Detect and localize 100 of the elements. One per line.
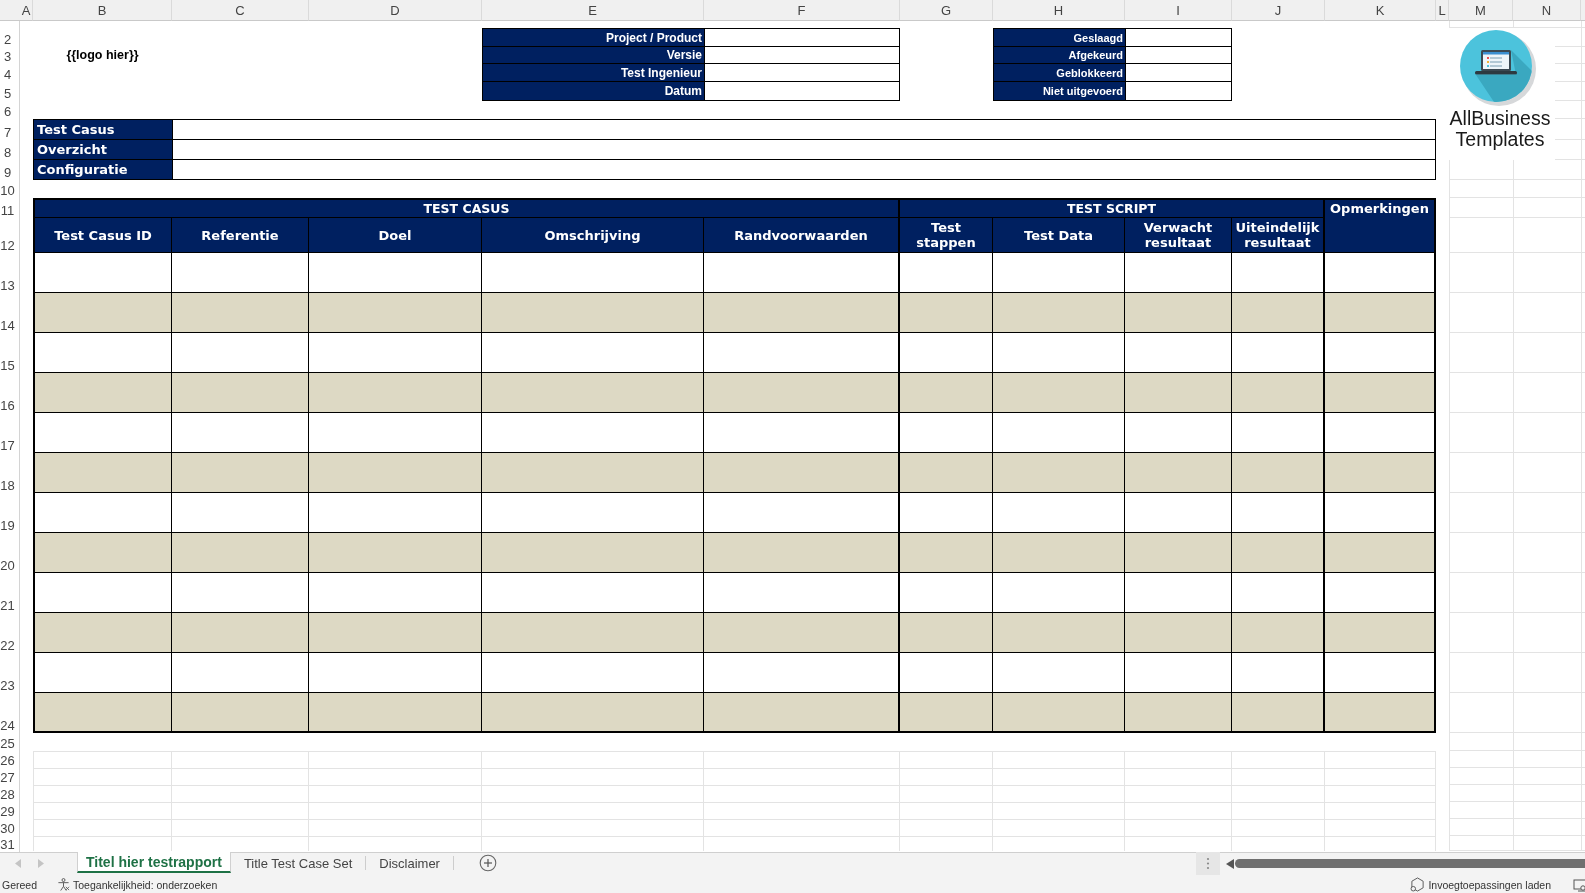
- table-cell[interactable]: [1125, 253, 1232, 293]
- table-cell[interactable]: [1232, 373, 1325, 413]
- table-cell[interactable]: [482, 293, 704, 333]
- table-cell[interactable]: [993, 653, 1125, 693]
- table-cell[interactable]: [309, 573, 482, 613]
- table-cell[interactable]: [1325, 573, 1436, 613]
- table-cell[interactable]: [33, 613, 172, 653]
- table-cell[interactable]: [704, 253, 900, 293]
- table-cell[interactable]: [1325, 693, 1436, 733]
- table-cell[interactable]: [309, 373, 482, 413]
- table-cell[interactable]: [1125, 693, 1232, 733]
- table-cell[interactable]: [1125, 293, 1232, 333]
- table-cell[interactable]: [1125, 373, 1232, 413]
- table-cell[interactable]: [1232, 413, 1325, 453]
- table-cell[interactable]: [993, 613, 1125, 653]
- addins-button[interactable]: Invoegtoepassingen laden: [1410, 877, 1551, 892]
- value-field[interactable]: [704, 47, 900, 64]
- accessibility-button[interactable]: Toegankelijkheid: onderzoeken: [57, 878, 218, 891]
- table-cell[interactable]: [172, 333, 309, 373]
- table-cell[interactable]: [993, 493, 1125, 533]
- table-cell[interactable]: [309, 413, 482, 453]
- scrollbar-thumb[interactable]: [1235, 859, 1585, 868]
- table-cell[interactable]: [993, 333, 1125, 373]
- table-cell[interactable]: [1125, 613, 1232, 653]
- table-cell[interactable]: [704, 493, 900, 533]
- table-cell[interactable]: [33, 373, 172, 413]
- table-cell[interactable]: [33, 253, 172, 293]
- table-cell[interactable]: [704, 373, 900, 413]
- table-cell[interactable]: [704, 293, 900, 333]
- table-cell[interactable]: [1125, 493, 1232, 533]
- sheet-tab[interactable]: Title Test Case Set: [230, 853, 366, 873]
- table-cell[interactable]: [172, 373, 309, 413]
- table-cell[interactable]: [1125, 533, 1232, 573]
- table-cell[interactable]: [993, 253, 1125, 293]
- value-field[interactable]: [172, 160, 1436, 180]
- table-cell[interactable]: [1232, 613, 1325, 653]
- table-cell[interactable]: [33, 453, 172, 493]
- table-cell[interactable]: [1325, 533, 1436, 573]
- table-cell[interactable]: [704, 613, 900, 653]
- value-field[interactable]: [1125, 82, 1232, 101]
- table-cell[interactable]: [172, 453, 309, 493]
- table-cell[interactable]: [900, 573, 993, 613]
- value-field[interactable]: [704, 64, 900, 82]
- table-cell[interactable]: [900, 373, 993, 413]
- plus-icon[interactable]: [478, 854, 497, 872]
- table-cell[interactable]: [309, 293, 482, 333]
- table-cell[interactable]: [1232, 693, 1325, 733]
- table-cell[interactable]: [993, 293, 1125, 333]
- table-cell[interactable]: [993, 693, 1125, 733]
- table-cell[interactable]: [482, 573, 704, 613]
- table-cell[interactable]: [33, 533, 172, 573]
- table-cell[interactable]: [1232, 653, 1325, 693]
- table-cell[interactable]: [1232, 253, 1325, 293]
- table-cell[interactable]: [309, 533, 482, 573]
- table-cell[interactable]: [900, 333, 993, 373]
- sheet-tab[interactable]: Disclaimer: [366, 853, 453, 873]
- table-cell[interactable]: [1325, 333, 1436, 373]
- table-cell[interactable]: [1325, 253, 1436, 293]
- value-field[interactable]: [704, 82, 900, 101]
- value-field[interactable]: [704, 28, 900, 47]
- table-cell[interactable]: [900, 453, 993, 493]
- table-cell[interactable]: [309, 613, 482, 653]
- table-cell[interactable]: [482, 453, 704, 493]
- table-cell[interactable]: [900, 253, 993, 293]
- value-field[interactable]: [1125, 47, 1232, 64]
- table-cell[interactable]: [482, 333, 704, 373]
- table-cell[interactable]: [993, 533, 1125, 573]
- table-cell[interactable]: [172, 613, 309, 653]
- table-cell[interactable]: [1232, 333, 1325, 373]
- table-cell[interactable]: [172, 493, 309, 533]
- table-cell[interactable]: [900, 493, 993, 533]
- value-field[interactable]: [1125, 64, 1232, 82]
- table-cell[interactable]: [993, 573, 1125, 613]
- value-field[interactable]: [1125, 28, 1232, 47]
- table-cell[interactable]: [172, 653, 309, 693]
- table-cell[interactable]: [482, 413, 704, 453]
- table-cell[interactable]: [482, 373, 704, 413]
- table-cell[interactable]: [482, 493, 704, 533]
- table-cell[interactable]: [993, 373, 1125, 413]
- table-cell[interactable]: [309, 693, 482, 733]
- table-cell[interactable]: [33, 293, 172, 333]
- table-cell[interactable]: [33, 413, 172, 453]
- table-cell[interactable]: [704, 333, 900, 373]
- table-cell[interactable]: [1125, 453, 1232, 493]
- monitor-icon[interactable]: [1573, 877, 1585, 892]
- table-cell[interactable]: [482, 693, 704, 733]
- table-cell[interactable]: [1125, 573, 1232, 613]
- table-cell[interactable]: [900, 693, 993, 733]
- table-cell[interactable]: [172, 573, 309, 613]
- table-cell[interactable]: [1232, 493, 1325, 533]
- table-cell[interactable]: [309, 493, 482, 533]
- table-cell[interactable]: [172, 293, 309, 333]
- table-cell[interactable]: [704, 533, 900, 573]
- table-cell[interactable]: [309, 333, 482, 373]
- table-cell[interactable]: [704, 653, 900, 693]
- table-cell[interactable]: [1125, 653, 1232, 693]
- sheet-tab[interactable]: Titel hier testrapport: [77, 852, 231, 873]
- table-cell[interactable]: [993, 453, 1125, 493]
- table-cell[interactable]: [172, 533, 309, 573]
- table-cell[interactable]: [482, 533, 704, 573]
